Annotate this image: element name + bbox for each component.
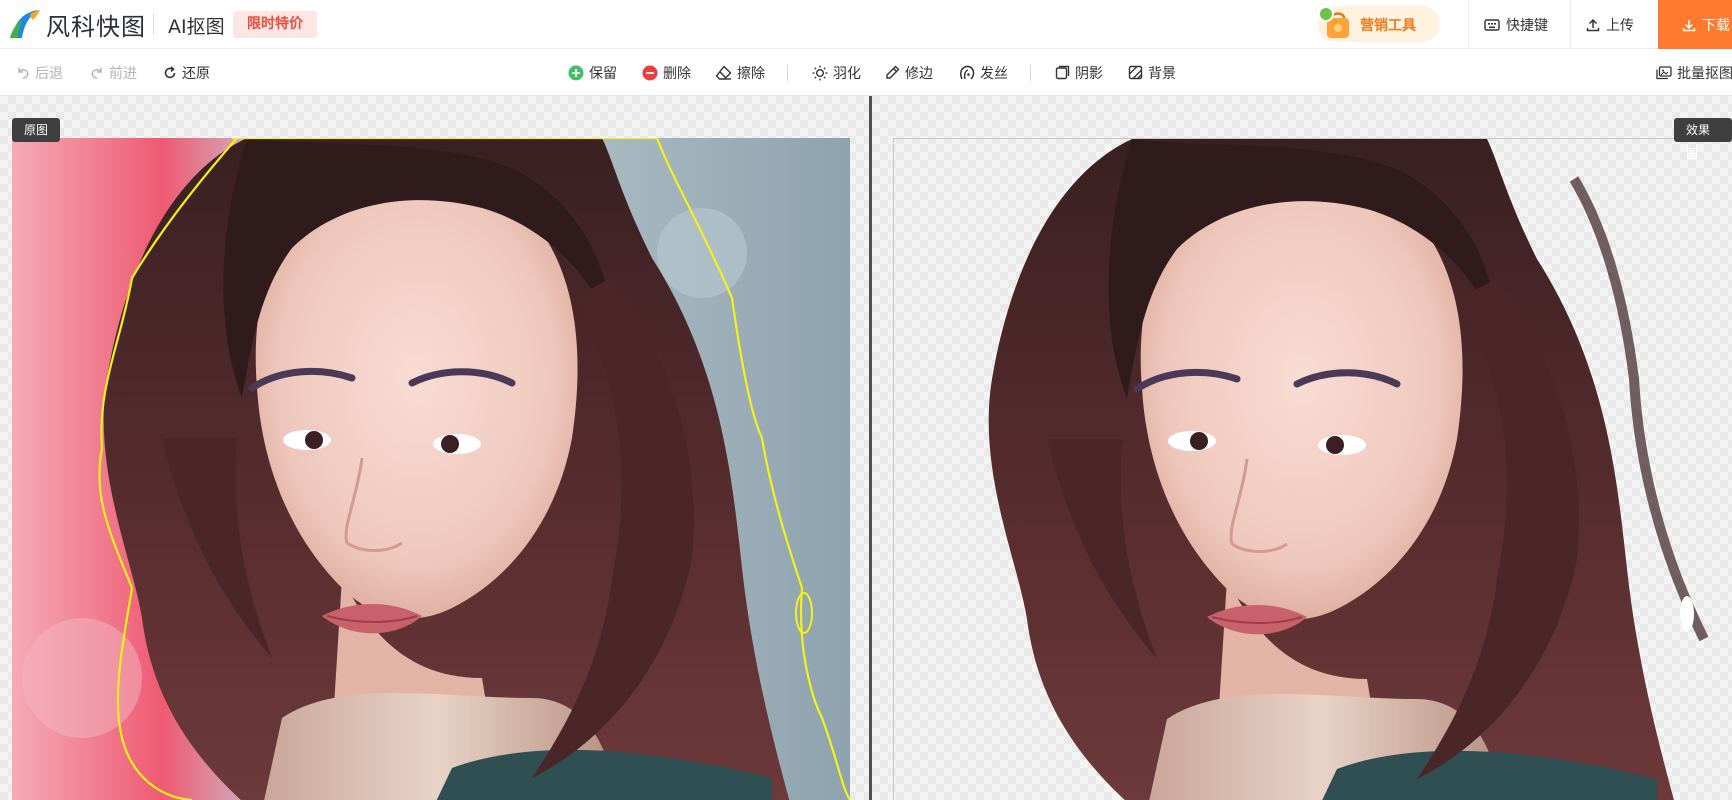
header-separator (1468, 0, 1469, 49)
trim-label: 修边 (905, 65, 933, 82)
original-image-canvas[interactable] (12, 138, 850, 800)
download-label: 下载 (1702, 17, 1730, 34)
marketing-label: 营销工具 (1360, 18, 1416, 34)
delete-label: 删除 (663, 65, 691, 82)
top-header: 风科快图 AI抠图 限时特价 营销工具 快捷键 上传 下载 (0, 0, 1732, 49)
page-title: AI抠图 (168, 16, 225, 38)
background-icon (1128, 65, 1143, 80)
shortcuts-button[interactable]: 快捷键 (1484, 0, 1548, 49)
feather-button[interactable]: 羽化 (812, 49, 861, 96)
upload-icon (1586, 18, 1600, 31)
upload-button[interactable]: 上传 (1586, 0, 1634, 49)
promo-badge[interactable]: 限时特价 (233, 11, 317, 38)
shortcuts-label: 快捷键 (1506, 17, 1548, 34)
download-button[interactable]: 下载 (1658, 0, 1732, 49)
undo-icon (18, 67, 29, 79)
batch-cutout-button[interactable]: 批量抠图 (1656, 49, 1732, 96)
hair-button[interactable]: 发丝 (959, 49, 1008, 96)
eraser-icon (715, 65, 732, 80)
trim-button[interactable]: 修边 (885, 49, 933, 96)
erase-button[interactable]: 擦除 (715, 49, 765, 96)
hair-label: 发丝 (980, 65, 1008, 82)
erase-label: 擦除 (737, 65, 765, 82)
batch-label: 批量抠图 (1677, 65, 1732, 82)
redo-icon (91, 67, 102, 79)
header-divider (153, 14, 154, 34)
toolbar-separator (1030, 65, 1031, 81)
restore-label: 还原 (182, 65, 210, 82)
batch-icon (1656, 65, 1672, 79)
keep-label: 保留 (589, 65, 617, 82)
new-dot-icon (1318, 6, 1334, 22)
feather-icon (812, 65, 828, 80)
download-icon (1682, 19, 1696, 31)
marketing-tools-button[interactable]: 营销工具 (1318, 6, 1440, 42)
plus-circle-icon (568, 65, 584, 80)
feather-label: 羽化 (833, 65, 861, 82)
result-image-canvas[interactable] (893, 138, 1732, 800)
hair-icon (960, 65, 975, 80)
upload-label: 上传 (1606, 17, 1634, 34)
original-photo (12, 138, 850, 800)
background-button[interactable]: 背景 (1128, 49, 1176, 96)
restore-button[interactable]: 还原 (163, 49, 210, 96)
brand-name: 风科快图 (46, 12, 146, 41)
edit-toolbar: 后退 前进 还原 保留 删除 擦除 羽化 修边 发丝 阴影 背景 批量抠图 (0, 49, 1732, 96)
redo-label: 前进 (109, 65, 137, 82)
pen-icon (886, 65, 900, 79)
brand-logo (10, 10, 40, 38)
keyboard-icon (1484, 18, 1500, 31)
original-label: 原图 (12, 118, 61, 142)
shadow-label: 阴影 (1075, 65, 1103, 82)
restore-icon (164, 65, 176, 78)
shadow-button[interactable]: 阴影 (1055, 49, 1103, 96)
brand[interactable]: 风科快图 (8, 8, 146, 41)
result-label: 效果图 (1674, 118, 1732, 161)
redo-button[interactable]: 前进 (90, 49, 137, 96)
header-separator (1570, 0, 1571, 49)
toolbar-separator (787, 65, 788, 81)
keep-button[interactable]: 保留 (568, 49, 617, 96)
undo-label: 后退 (35, 65, 63, 82)
result-photo (894, 139, 1709, 800)
minus-circle-icon (642, 65, 658, 80)
undo-button[interactable]: 后退 (16, 49, 63, 96)
delete-button[interactable]: 删除 (642, 49, 691, 96)
shadow-icon (1055, 65, 1070, 80)
background-label: 背景 (1148, 65, 1176, 82)
compare-divider[interactable] (869, 96, 872, 800)
